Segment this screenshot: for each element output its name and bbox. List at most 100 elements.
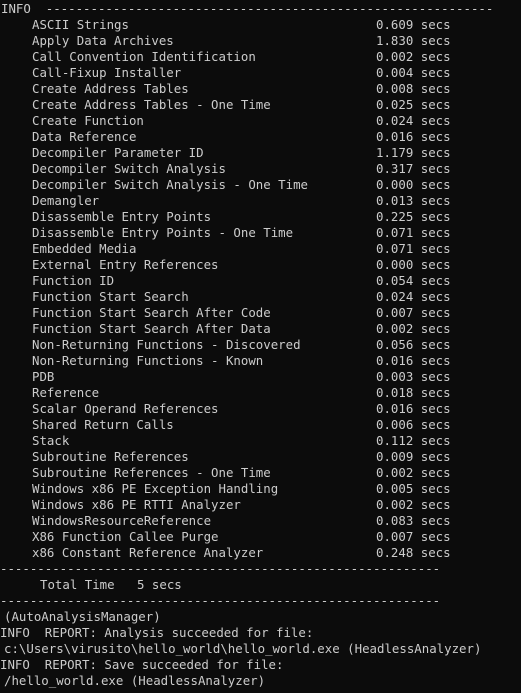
timing-row: Embedded Media 0.071 secs — [0, 241, 521, 257]
analyzer-time: 0.024 secs — [376, 113, 451, 128]
analyzer-name: Create Function — [32, 113, 144, 128]
analyzer-name: Demangler — [32, 193, 100, 208]
analyzer-name: Call-Fixup Installer — [32, 65, 182, 80]
timing-row: Subroutine References 0.009 secs — [0, 449, 521, 465]
timing-row: Disassemble Entry Points - One Time 0.071… — [0, 225, 521, 241]
analyzer-name: Non-Returning Functions - Known — [32, 353, 264, 368]
timing-row: WindowsResourceReference 0.083 secs — [0, 513, 521, 529]
analyzer-time: 0.248 secs — [376, 545, 451, 560]
analyzer-time: 0.025 secs — [376, 97, 451, 112]
timing-row: Create Address Tables - One Time 0.025 se… — [0, 97, 521, 113]
analyzer-time: 0.016 secs — [376, 129, 451, 144]
analyzer-name: Decompiler Switch Analysis - One Time — [32, 177, 309, 192]
analyzer-name: Stack — [32, 433, 70, 448]
analyzed-file-path-line: c:\Users\virusito\hello_world\hello_worl… — [4, 641, 482, 656]
analyzer-name: Windows x86 PE Exception Handling — [32, 481, 279, 496]
analyzer-time: 0.009 secs — [376, 449, 451, 464]
total-time-line: Total Time 5 secs — [40, 577, 182, 592]
timing-row: Shared Return Calls 0.006 secs — [0, 417, 521, 433]
timing-row: Function Start Search After Data 0.002 se… — [0, 321, 521, 337]
analyzer-name: Disassemble Entry Points — [32, 209, 212, 224]
analyzer-time: 0.054 secs — [376, 273, 451, 288]
analyzer-name: Subroutine References - One Time — [32, 465, 271, 480]
analyzer-name: Call Convention Identification — [32, 49, 256, 64]
analyzer-name: Subroutine References — [32, 449, 189, 464]
analyzer-time: 0.007 secs — [376, 305, 451, 320]
timing-row: Windows x86 PE Exception Handling 0.005 s… — [0, 481, 521, 497]
analyzer-time: 0.003 secs — [376, 369, 451, 384]
analyzer-time: 0.008 secs — [376, 81, 451, 96]
analyzer-name: Windows x86 PE RTTI Analyzer — [32, 497, 241, 512]
analyzer-name: Function Start Search — [32, 289, 189, 304]
info-header-line: INFO -----------------------------------… — [1, 1, 494, 16]
analyzer-name: x86 Constant Reference Analyzer — [32, 545, 264, 560]
analyzer-time: 0.004 secs — [376, 65, 451, 80]
timing-row: Create Address Tables 0.008 secs — [0, 81, 521, 97]
timing-row: x86 Constant Reference Analyzer 0.248 sec… — [0, 545, 521, 561]
timing-row: Function ID 0.054 secs — [0, 273, 521, 289]
separator-line: ----------------------------------------… — [0, 593, 441, 608]
analyzer-name: X86 Function Callee Purge — [32, 529, 219, 544]
timing-row: Call Convention Identification 0.002 secs — [0, 49, 521, 65]
separator-line: ----------------------------------------… — [0, 561, 441, 576]
timing-row: Function Start Search After Code 0.007 se… — [0, 305, 521, 321]
analyzer-time: 0.005 secs — [376, 481, 451, 496]
analyzer-name: Scalar Operand References — [32, 401, 219, 416]
timing-row: Decompiler Switch Analysis - One Time 0.0… — [0, 177, 521, 193]
analyzer-name: Data Reference — [32, 129, 137, 144]
timing-row: Non-Returning Functions - Discovered 0.05… — [0, 337, 521, 353]
timing-row: Decompiler Parameter ID 1.179 secs — [0, 145, 521, 161]
analyzer-name: Function Start Search After Code — [32, 305, 271, 320]
analyzer-time: 0.016 secs — [376, 353, 451, 368]
timing-row: Disassemble Entry Points 0.225 secs — [0, 209, 521, 225]
timing-row: Apply Data Archives 1.830 secs — [0, 33, 521, 49]
analyzer-name: Create Address Tables — [32, 81, 189, 96]
analyzer-time: 0.000 secs — [376, 177, 451, 192]
timing-row: X86 Function Callee Purge 0.007 secs — [0, 529, 521, 545]
analyzer-time: 0.000 secs — [376, 257, 451, 272]
analyzer-time: 0.007 secs — [376, 529, 451, 544]
analyzer-time: 0.225 secs — [376, 209, 451, 224]
analyzer-time: 0.071 secs — [376, 241, 451, 256]
analyzer-time: 0.024 secs — [376, 289, 451, 304]
timing-row: Non-Returning Functions - Known 0.016 sec… — [0, 353, 521, 369]
analyzer-time: 0.002 secs — [376, 497, 451, 512]
analyzer-name: ASCII Strings — [32, 17, 129, 32]
analyzer-time: 0.002 secs — [376, 49, 451, 64]
analyzer-name: Decompiler Switch Analysis — [32, 161, 226, 176]
console-output[interactable]: INFO -----------------------------------… — [0, 0, 521, 693]
analyzer-name: Create Address Tables - One Time — [32, 97, 271, 112]
analyzer-name: Apply Data Archives — [32, 33, 174, 48]
analyzer-time: 0.018 secs — [376, 385, 451, 400]
analyzer-time: 0.002 secs — [376, 465, 451, 480]
timing-row: Subroutine References - One Time 0.002 se… — [0, 465, 521, 481]
analyzer-time: 0.112 secs — [376, 433, 451, 448]
analyzer-name: WindowsResourceReference — [32, 513, 212, 528]
timing-row: Reference 0.018 secs — [0, 385, 521, 401]
analyzer-time: 0.002 secs — [376, 321, 451, 336]
analysis-report-line: INFO REPORT: Analysis succeeded for file… — [0, 625, 314, 640]
timing-row: Call-Fixup Installer 0.004 secs — [0, 65, 521, 81]
saved-file-line: /hello_world.exe (HeadlessAnalyzer) — [4, 673, 266, 688]
timing-row: Windows x86 PE RTTI Analyzer 0.002 secs — [0, 497, 521, 513]
analyzer-name: PDB — [32, 369, 55, 384]
analyzer-time: 0.013 secs — [376, 193, 451, 208]
analyzer-name: Function Start Search After Data — [32, 321, 271, 336]
analyzer-time: 0.056 secs — [376, 337, 451, 352]
auto-analysis-manager-line: (AutoAnalysisManager) — [4, 609, 161, 624]
timing-row: Stack 0.112 secs — [0, 433, 521, 449]
timing-row: Data Reference 0.016 secs — [0, 129, 521, 145]
analyzer-time: 0.071 secs — [376, 225, 451, 240]
analyzer-name: Disassemble Entry Points - One Time — [32, 225, 294, 240]
analyzer-time: 0.609 secs — [376, 17, 451, 32]
timing-row: Function Start Search 0.024 secs — [0, 289, 521, 305]
timing-row: PDB 0.003 secs — [0, 369, 521, 385]
timing-row: Create Function 0.024 secs — [0, 113, 521, 129]
analyzer-name: Reference — [32, 385, 100, 400]
timing-row: ASCII Strings 0.609 secs — [0, 17, 521, 33]
timing-row: External Entry References 0.000 secs — [0, 257, 521, 273]
save-report-line: INFO REPORT: Save succeeded for file: — [0, 657, 284, 672]
analyzer-time: 1.830 secs — [376, 33, 451, 48]
analyzer-time: 0.317 secs — [376, 161, 451, 176]
analyzer-name: Embedded Media — [32, 241, 137, 256]
